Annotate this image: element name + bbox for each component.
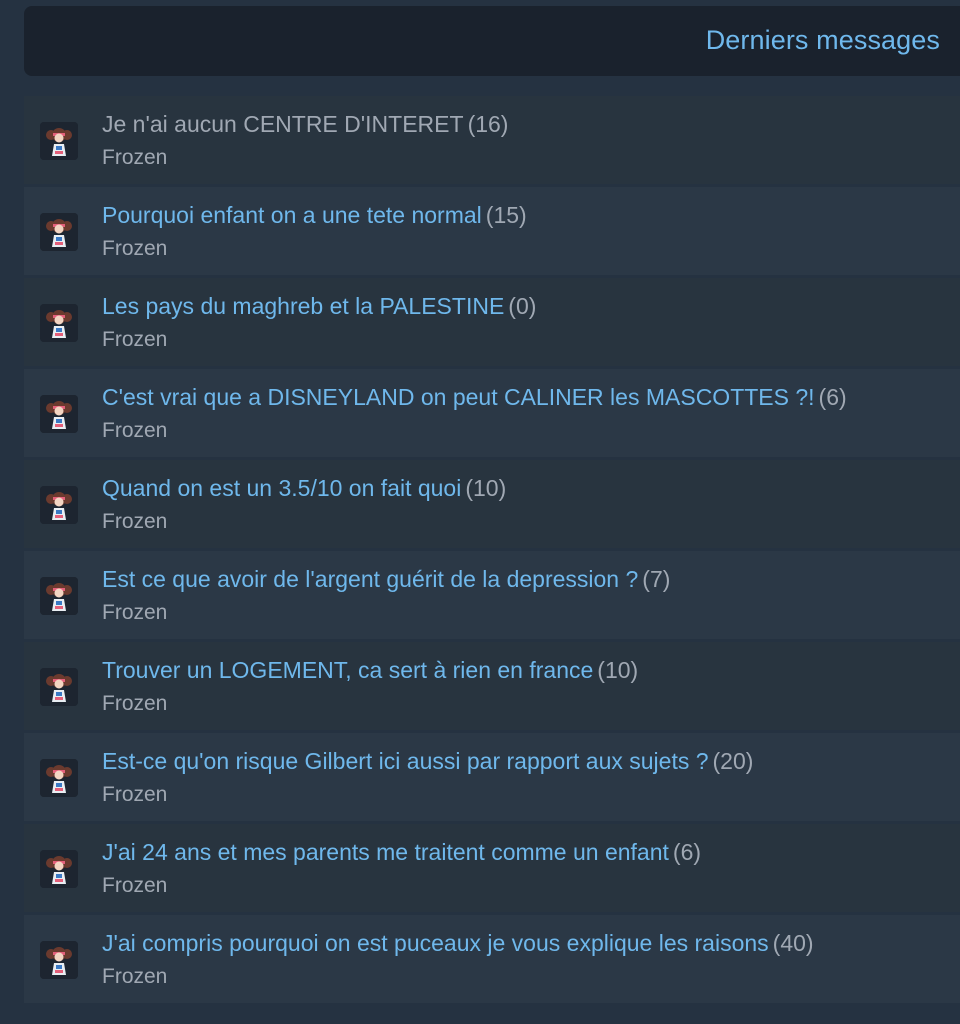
panel-header: Derniers messages [24,6,960,76]
reply-count: (7) [642,566,671,592]
topic-row[interactable]: Quand on est un 3.5/10 on fait quoi (10) … [24,460,960,548]
topic-title-line: Pourquoi enfant on a une tete normal (15) [102,202,527,229]
user-avatar-icon[interactable] [40,304,78,342]
topic-row[interactable]: Je n'ai aucun CENTRE D'INTERET (16) Froze… [24,96,960,184]
topic-title-line: Je n'ai aucun CENTRE D'INTERET (16) [102,111,508,138]
topic-author[interactable]: Frozen [102,419,167,443]
topic-title-link[interactable]: Quand on est un 3.5/10 on fait quoi [102,475,461,501]
topic-author[interactable]: Frozen [102,692,167,716]
topic-title-link[interactable]: Est-ce qu'on risque Gilbert ici aussi pa… [102,748,709,774]
reply-count: (16) [467,111,509,137]
topic-row[interactable]: J'ai 24 ans et mes parents me traitent c… [24,824,960,912]
topic-author[interactable]: Frozen [102,874,167,898]
reply-count: (6) [672,839,702,865]
topic-row[interactable]: Les pays du maghreb et la PALESTINE (0) F… [24,278,960,366]
topic-title-link[interactable]: Trouver un LOGEMENT, ca sert à rien en f… [102,657,593,683]
topic-author[interactable]: Frozen [102,601,167,625]
topic-row[interactable]: C'est vrai que a DISNEYLAND on peut CALI… [24,369,960,457]
topic-title-line: J'ai compris pourquoi on est puceaux je … [102,930,814,957]
topic-author[interactable]: Frozen [102,783,167,807]
panel-title: Derniers messages [705,25,940,55]
user-avatar-icon[interactable] [40,486,78,524]
topic-title-link[interactable]: Est ce que avoir de l'argent guérit de l… [102,566,638,592]
user-avatar-icon[interactable] [40,668,78,706]
topic-title-link[interactable]: J'ai 24 ans et mes parents me traitent c… [102,839,669,865]
topic-row[interactable]: J'ai compris pourquoi on est puceaux je … [24,915,960,1003]
reply-count: (0) [508,293,537,319]
user-avatar-icon[interactable] [40,850,78,888]
reply-count: (20) [712,748,754,774]
topic-title-line: Trouver un LOGEMENT, ca sert à rien en f… [102,657,638,684]
topic-title-line: J'ai 24 ans et mes parents me traitent c… [102,839,701,866]
latest-messages-panel: Derniers messages Je n'ai aucun CENTRE D… [24,0,960,1024]
reply-count: (6) [818,384,847,410]
topic-row[interactable]: Est ce que avoir de l'argent guérit de l… [24,551,960,639]
topic-title-link[interactable]: Je n'ai aucun CENTRE D'INTERET [102,111,464,137]
topic-title-link[interactable]: C'est vrai que a DISNEYLAND on peut CALI… [102,384,815,410]
user-avatar-icon[interactable] [40,577,78,615]
topic-author[interactable]: Frozen [102,146,167,170]
topic-author[interactable]: Frozen [102,237,167,261]
topic-title-link[interactable]: Les pays du maghreb et la PALESTINE [102,293,504,319]
topic-row[interactable]: Trouver un LOGEMENT, ca sert à rien en f… [24,642,960,730]
topic-row[interactable]: Est-ce qu'on risque Gilbert ici aussi pa… [24,733,960,821]
user-avatar-icon[interactable] [40,213,78,251]
topic-title-line: Est ce que avoir de l'argent guérit de l… [102,566,670,593]
user-avatar-icon[interactable] [40,122,78,160]
topic-row[interactable]: Pourquoi enfant on a une tete normal (15)… [24,187,960,275]
topic-title-line: Quand on est un 3.5/10 on fait quoi (10) [102,475,506,502]
user-avatar-icon[interactable] [40,395,78,433]
topic-title-line: Est-ce qu'on risque Gilbert ici aussi pa… [102,748,753,775]
user-avatar-icon[interactable] [40,759,78,797]
reply-count: (10) [465,475,507,501]
reply-count: (10) [597,657,639,683]
topic-author[interactable]: Frozen [102,328,167,352]
topic-title-line: Les pays du maghreb et la PALESTINE (0) [102,293,536,320]
topic-author[interactable]: Frozen [102,510,167,534]
topic-list: Je n'ai aucun CENTRE D'INTERET (16) Froze… [24,96,960,1006]
topic-title-link[interactable]: J'ai compris pourquoi on est puceaux je … [102,930,769,956]
reply-count: (15) [485,202,527,228]
reply-count: (40) [772,930,814,956]
user-avatar-icon[interactable] [40,941,78,979]
topic-title-link[interactable]: Pourquoi enfant on a une tete normal [102,202,482,228]
topic-author[interactable]: Frozen [102,965,167,989]
topic-title-line: C'est vrai que a DISNEYLAND on peut CALI… [102,384,847,411]
